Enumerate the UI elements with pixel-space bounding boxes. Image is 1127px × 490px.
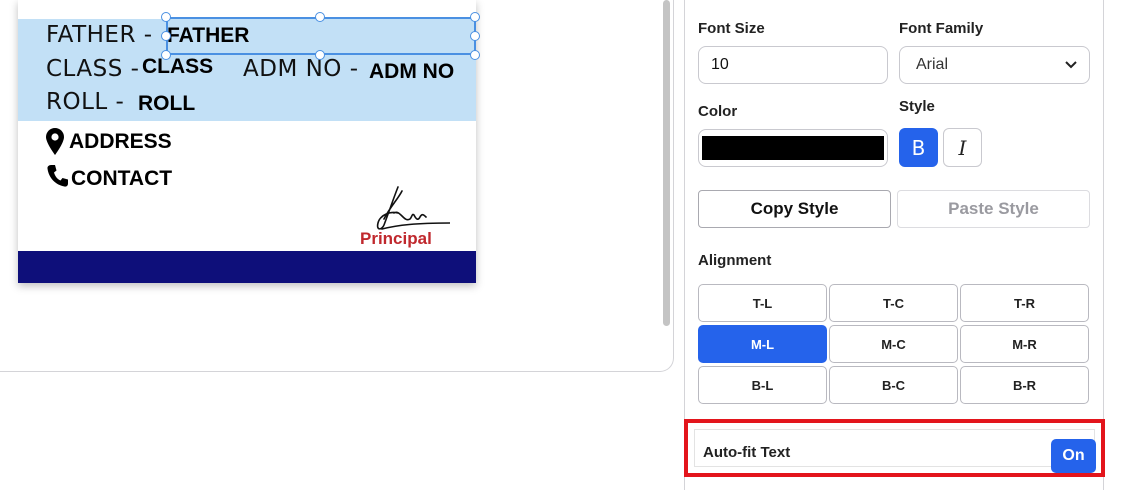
autofit-label: Auto-fit Text: [703, 444, 791, 461]
father-field[interactable]: FATHER: [167, 24, 249, 48]
align-button-t-c[interactable]: T-C: [829, 284, 958, 322]
resize-handle-bottom-left[interactable]: [161, 50, 171, 60]
resize-handle-top-right[interactable]: [470, 12, 480, 22]
roll-label: ROLL -: [46, 89, 125, 115]
align-button-m-r[interactable]: M-R: [960, 325, 1089, 363]
address-field[interactable]: ADDRESS: [69, 130, 172, 154]
color-swatch: [702, 136, 884, 160]
location-pin-icon: [46, 128, 64, 155]
id-card[interactable]: FATHER - FATHER CLASS - CLASS ADM NO - A…: [18, 0, 480, 283]
text-properties-panel: Font Size Font Family Arial Color Style …: [684, 0, 1104, 490]
autofit-row: Auto-fit Text On: [694, 429, 1096, 473]
align-button-m-c[interactable]: M-C: [829, 325, 958, 363]
align-button-t-l[interactable]: T-L: [698, 284, 827, 322]
phone-icon: [47, 164, 68, 187]
color-picker[interactable]: [698, 129, 888, 167]
align-button-b-c[interactable]: B-C: [829, 366, 958, 404]
align-button-t-r[interactable]: T-R: [960, 284, 1089, 322]
italic-button[interactable]: I: [943, 128, 982, 167]
resize-handle-middle-right[interactable]: [470, 31, 480, 41]
father-label: FATHER -: [46, 22, 153, 48]
design-canvas[interactable]: FATHER - FATHER CLASS - CLASS ADM NO - A…: [0, 0, 674, 372]
contact-field[interactable]: CONTACT: [71, 167, 172, 191]
font-family-label: Font Family: [899, 20, 984, 37]
style-label: Style: [899, 98, 935, 115]
chevron-down-icon: [1065, 56, 1077, 74]
color-label: Color: [698, 103, 738, 120]
roll-field[interactable]: ROLL: [138, 92, 195, 116]
paste-style-button[interactable]: Paste Style: [897, 190, 1090, 228]
alignment-label: Alignment: [698, 252, 772, 269]
principal-label: Principal: [360, 229, 432, 248]
resize-handle-bottom-middle[interactable]: [315, 50, 325, 60]
alignment-grid: T-L T-C T-R M-L M-C M-R B-L B-C B-R: [698, 284, 1090, 406]
font-family-select[interactable]: Arial: [899, 46, 1090, 84]
class-field[interactable]: CLASS: [142, 55, 213, 79]
italic-icon: I: [958, 135, 967, 160]
autofit-toggle[interactable]: On: [1051, 439, 1096, 473]
adm-no-field[interactable]: ADM NO: [369, 60, 454, 84]
bold-button[interactable]: B: [899, 128, 938, 167]
adm-no-label: ADM NO -: [243, 56, 359, 82]
resize-handle-top-middle[interactable]: [315, 12, 325, 22]
font-family-value: Arial: [916, 56, 949, 73]
class-label: CLASS -: [46, 56, 140, 82]
font-size-label: Font Size: [698, 20, 765, 37]
font-size-input[interactable]: [698, 46, 888, 84]
resize-handle-middle-left[interactable]: [161, 31, 171, 41]
copy-style-button[interactable]: Copy Style: [698, 190, 891, 228]
resize-handle-top-left[interactable]: [161, 12, 171, 22]
align-button-b-l[interactable]: B-L: [698, 366, 827, 404]
align-button-m-l[interactable]: M-L: [698, 325, 827, 363]
align-button-b-r[interactable]: B-R: [960, 366, 1089, 404]
resize-handle-bottom-right[interactable]: [470, 50, 480, 60]
footer-bar: [18, 251, 476, 283]
canvas-scrollbar-thumb[interactable]: [663, 0, 670, 326]
autofit-highlight: Auto-fit Text On: [684, 419, 1105, 477]
bold-icon: B: [911, 135, 926, 160]
